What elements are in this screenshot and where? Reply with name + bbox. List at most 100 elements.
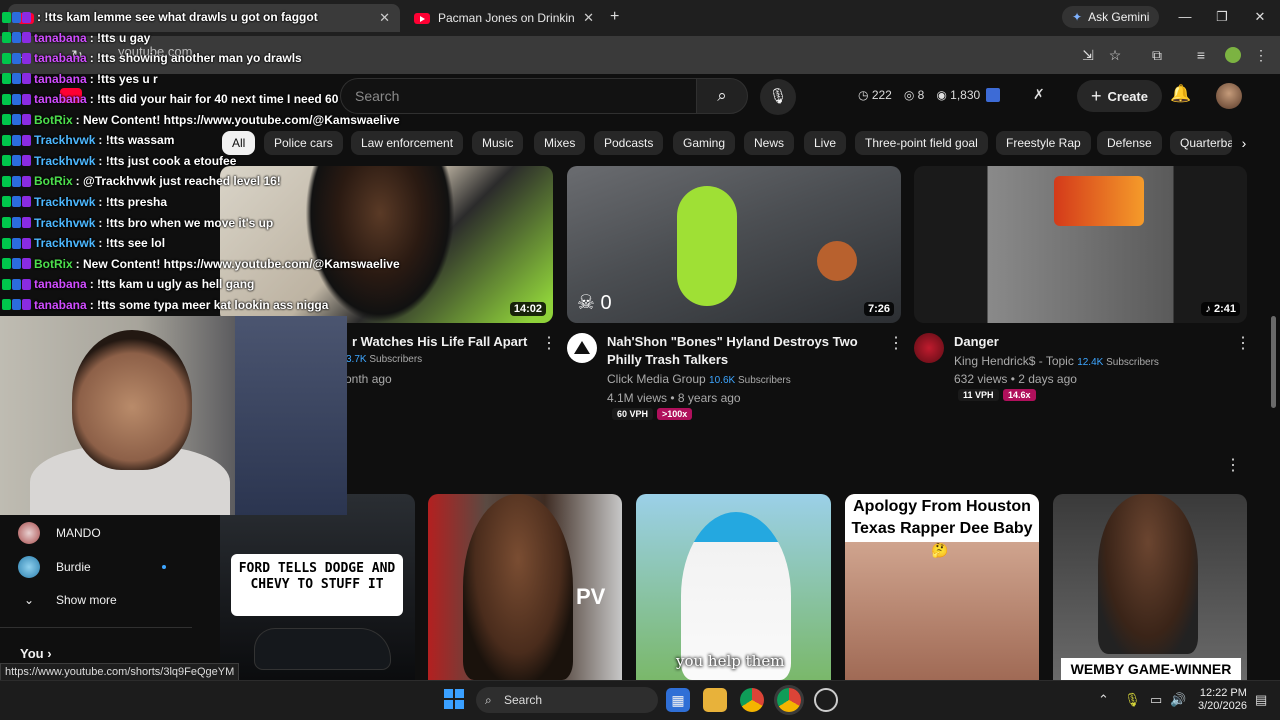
close-window-icon[interactable]: ✕ xyxy=(1245,6,1275,28)
chevron-right-icon[interactable]: › xyxy=(1234,131,1254,155)
chat-message: tanabana: !tts u gay xyxy=(2,28,150,48)
voice-search-icon[interactable]: 🎙 xyxy=(760,79,796,115)
chat-message: BotRix: New Content! https://www.youtube… xyxy=(2,254,400,274)
subscriber-count: 3.7K Subscribers xyxy=(346,354,422,365)
chip[interactable]: Police cars xyxy=(264,131,343,155)
chat-message: Trackhvwk: !tts bro when we move it's up xyxy=(2,213,273,233)
store-app-icon[interactable]: ▦ xyxy=(666,688,690,712)
chat-text: : !tts u gay xyxy=(89,30,151,45)
search-button[interactable]: ⌕ xyxy=(696,78,748,114)
chat-message: : !tts kam lemme see what drawls u got o… xyxy=(2,7,318,27)
extension-icon[interactable] xyxy=(986,88,1000,102)
basketball-icon xyxy=(817,241,857,281)
minimize-icon[interactable]: — xyxy=(1170,6,1200,28)
channel-avatar xyxy=(18,522,40,544)
browser-menu-icon[interactable]: ⋮ xyxy=(1250,44,1272,66)
chat-message: Trackhvwk: !tts wassam xyxy=(2,130,174,150)
more-actions-icon[interactable]: ⋮ xyxy=(1235,333,1251,353)
channel-name[interactable]: Click Media Group xyxy=(607,372,706,386)
channel-name[interactable]: King Hendrick$ - Topic xyxy=(954,354,1074,368)
scrollbar[interactable] xyxy=(1271,316,1276,408)
chip[interactable]: Quarterba xyxy=(1170,131,1232,155)
close-tab-icon[interactable]: ✕ xyxy=(379,10,390,26)
notifications-bell-icon[interactable]: 🔔 xyxy=(1170,84,1191,104)
more-actions-icon[interactable]: ⋮ xyxy=(541,333,557,353)
video-thumbnail[interactable]: ♪ 2:41 xyxy=(914,166,1247,323)
media-control-icon[interactable]: ≡ xyxy=(1190,44,1212,66)
subscription-item[interactable]: Burdie xyxy=(18,552,166,582)
chevron-right-icon: › xyxy=(47,646,52,661)
video-title[interactable]: Danger xyxy=(954,333,999,351)
chip[interactable]: Live xyxy=(804,131,847,155)
chip[interactable]: Defense xyxy=(1097,131,1162,155)
ask-gemini-button[interactable]: ✦ Ask Gemini xyxy=(1062,6,1160,28)
chat-text: : !tts did your hair for 40 next time I … xyxy=(89,92,339,107)
network-tray-icon[interactable]: ▭ xyxy=(1150,692,1162,708)
channel-avatar[interactable] xyxy=(914,333,944,363)
short-thumbnail[interactable]: you help them xyxy=(636,494,831,680)
create-label: Create xyxy=(1107,88,1148,104)
chat-message: Trackhvwk: !tts just cook a etoufee xyxy=(2,151,236,171)
subscription-item[interactable]: MANDO xyxy=(18,518,101,548)
chat-text: : !tts just cook a etoufee xyxy=(98,153,237,168)
show-more-button[interactable]: ⌄ Show more xyxy=(18,585,117,615)
windows-start-icon[interactable] xyxy=(444,689,464,709)
chrome-active-icon[interactable] xyxy=(777,688,801,712)
notifications-tray-icon[interactable]: ▤ xyxy=(1255,692,1267,708)
microphone-tray-icon[interactable]: 🎙 xyxy=(1124,692,1141,708)
channel-logo-icon xyxy=(574,341,590,354)
file-explorer-icon[interactable] xyxy=(703,688,727,712)
chip[interactable]: Three-point field goal xyxy=(855,131,988,155)
new-tab-icon[interactable]: + xyxy=(610,8,619,26)
video-meta: onth ago xyxy=(345,372,392,386)
obs-icon[interactable] xyxy=(814,688,838,712)
video-title[interactable]: r Watches His Life Fall Apart xyxy=(352,333,542,351)
close-tab-icon[interactable]: ✕ xyxy=(583,10,594,26)
chat-text: : !tts showing another man yo drawls xyxy=(89,51,302,66)
account-avatar[interactable] xyxy=(1216,83,1242,109)
extensions-icon[interactable]: ⧉ xyxy=(1146,44,1168,66)
vph-badge: 60 VPH xyxy=(612,408,654,420)
channel-avatar[interactable] xyxy=(567,333,597,363)
chip[interactable]: Freestyle Rap xyxy=(996,131,1091,155)
install-app-icon[interactable]: ⇲ xyxy=(1077,44,1099,66)
bookmark-star-icon[interactable]: ☆ xyxy=(1104,44,1126,66)
browser-tab[interactable]: Pacman Jones on Drinking THC ✕ xyxy=(404,4,604,32)
chat-username: Trackhvwk xyxy=(34,215,96,230)
taskbar-clock[interactable]: 12:22 PM 3/20/2026 xyxy=(1198,687,1247,713)
you-section-link[interactable]: You › xyxy=(20,646,52,661)
chrome-icon[interactable] xyxy=(740,688,764,712)
chip[interactable]: Podcasts xyxy=(594,131,664,155)
chip[interactable]: Music xyxy=(472,131,524,155)
chip[interactable]: News xyxy=(744,131,795,155)
short-thumbnail[interactable]: Apology From Houston Texas Rapper Dee Ba… xyxy=(845,494,1039,680)
shorts-more-icon[interactable]: ⋮ xyxy=(1225,455,1241,475)
short-thumbnail[interactable]: FORD TELLS DODGE AND CHEVY TO STUFF IT xyxy=(220,494,415,680)
extension-icon[interactable]: ✗ xyxy=(1033,86,1045,103)
tray-chevron-up-icon[interactable]: ⌃ xyxy=(1098,692,1109,708)
maximize-icon[interactable]: ❐ xyxy=(1207,6,1237,28)
more-actions-icon[interactable]: ⋮ xyxy=(888,333,904,353)
video-meta: 4.1M views • 8 years ago xyxy=(607,391,741,405)
volume-tray-icon[interactable]: 🔊 xyxy=(1170,692,1186,708)
short-thumbnail[interactable]: PV xyxy=(428,494,622,680)
short-thumbnail[interactable]: WEMBY GAME-WINNER xyxy=(1053,494,1247,680)
chat-username: BotRix xyxy=(34,112,73,127)
create-button[interactable]: + Create xyxy=(1077,80,1162,112)
video-title[interactable]: Nah'Shon "Bones" Hyland Destroys Two Phi… xyxy=(607,333,887,369)
channel-line: King Hendrick$ - Topic 12.4K Subscribers xyxy=(954,354,1159,368)
taskbar-search[interactable]: ⌕ Search xyxy=(476,687,658,713)
subscription-label: Burdie xyxy=(56,560,91,574)
chat-username: tanabana xyxy=(34,92,87,107)
video-meta: 632 views • 2 days ago xyxy=(954,372,1077,386)
chip[interactable]: Mixes xyxy=(534,131,586,155)
video-thumbnail[interactable]: ☠ 0 7:26 xyxy=(567,166,901,323)
chat-text: : @Trackhvwk just reached level 16! xyxy=(75,174,281,189)
profile-icon[interactable] xyxy=(1222,44,1244,66)
clock-stat-icon: ◷ 222 xyxy=(858,88,892,102)
you-label: You xyxy=(20,646,44,661)
subscription-label: MANDO xyxy=(56,526,101,540)
chip[interactable]: Law enforcement xyxy=(351,131,464,155)
search-input[interactable]: Search xyxy=(340,78,696,114)
chip[interactable]: Gaming xyxy=(673,131,736,155)
